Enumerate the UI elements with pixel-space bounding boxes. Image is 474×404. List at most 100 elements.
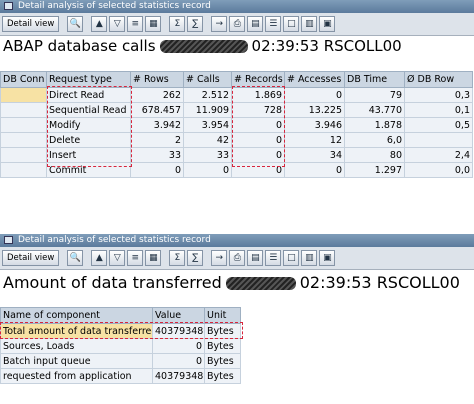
table-cell[interactable]: 80 <box>344 147 405 163</box>
table-cell[interactable]: 0 <box>231 132 285 148</box>
table-cell[interactable] <box>0 87 47 103</box>
table-cell[interactable]: 13.225 <box>284 102 345 118</box>
details-icon[interactable]: ▣ <box>319 16 336 32</box>
table-cell[interactable]: Sequential Read <box>46 102 131 118</box>
spreadsheet-icon[interactable]: ▤ <box>247 250 264 266</box>
table-cell[interactable] <box>0 132 47 148</box>
table-cell[interactable]: 0 <box>152 353 205 369</box>
table-cell[interactable]: 0,5 <box>404 117 473 133</box>
table-cell[interactable]: 33 <box>183 147 232 163</box>
find-icon[interactable]: 🔍 <box>67 16 84 32</box>
graphic-icon[interactable]: ▥ <box>301 250 318 266</box>
table-cell[interactable] <box>0 162 47 178</box>
table-row[interactable]: Commit 0 0 0 0 1.297 0,0 <box>0 162 473 178</box>
column-header[interactable]: # Rows <box>130 71 184 88</box>
export-icon[interactable]: → <box>211 250 228 266</box>
table-cell[interactable]: 42 <box>183 132 232 148</box>
sum-icon[interactable]: Σ <box>169 250 186 266</box>
table-row[interactable]: Direct Read 262 2.512 1.869 0 79 0,3 <box>0 87 473 103</box>
table-cell[interactable]: Total amount of data transferred <box>0 323 153 339</box>
table-row[interactable]: Sequential Read 678.457 11.909 728 13.22… <box>0 102 473 118</box>
column-header[interactable]: Value <box>152 307 205 324</box>
table-cell[interactable]: 0 <box>130 162 184 178</box>
local-file-icon[interactable]: □ <box>283 250 300 266</box>
table-cell[interactable]: Sources, Loads <box>0 338 153 354</box>
table-cell[interactable]: 0 <box>183 162 232 178</box>
print-icon[interactable]: ⎙ <box>229 16 246 32</box>
export-icon[interactable]: → <box>211 16 228 32</box>
table-row[interactable]: Delete 2 42 0 12 6,0 <box>0 132 473 148</box>
table-cell[interactable]: 43.770 <box>344 102 405 118</box>
find-icon[interactable]: 🔍 <box>67 250 84 266</box>
column-header[interactable]: DB Conn <box>0 71 47 88</box>
sort-ascending-icon[interactable]: ▲ <box>91 16 108 32</box>
table-cell[interactable]: 33 <box>130 147 184 163</box>
subtotal-icon[interactable]: ∑ <box>187 250 204 266</box>
spreadsheet-icon[interactable]: ▤ <box>247 16 264 32</box>
table-cell[interactable]: 34 <box>284 147 345 163</box>
table-cell[interactable]: 12 <box>284 132 345 148</box>
find-next-icon[interactable]: ≡ <box>127 250 144 266</box>
top-detail-view-button[interactable]: Detail view <box>2 16 60 32</box>
table-cell[interactable]: Bytes <box>204 368 241 384</box>
column-header[interactable]: # Calls <box>183 71 232 88</box>
table-cell[interactable]: 0 <box>284 87 345 103</box>
table-cell[interactable]: requested from application <box>0 368 153 384</box>
table-cell[interactable]: Modify <box>46 117 131 133</box>
table-cell[interactable]: 0 <box>231 117 285 133</box>
table-cell[interactable]: 0 <box>231 147 285 163</box>
table-row[interactable]: Sources, Loads 0 Bytes <box>0 338 241 354</box>
table-cell[interactable]: Bytes <box>204 353 241 369</box>
table-cell[interactable]: 11.909 <box>183 102 232 118</box>
table-cell[interactable]: 3.942 <box>130 117 184 133</box>
layout-icon[interactable]: ▦ <box>145 16 162 32</box>
table-cell[interactable]: 79 <box>344 87 405 103</box>
table-cell[interactable]: Delete <box>46 132 131 148</box>
table-cell[interactable]: 2,4 <box>404 147 473 163</box>
table-cell[interactable]: 3.946 <box>284 117 345 133</box>
table-cell[interactable] <box>404 132 473 148</box>
table-row[interactable]: Total amount of data transferred 4037934… <box>0 323 241 339</box>
find-next-icon[interactable]: ≡ <box>127 16 144 32</box>
table-cell[interactable]: 0 <box>231 162 285 178</box>
word-processor-icon[interactable]: ☰ <box>265 250 282 266</box>
table-cell[interactable]: 0,0 <box>404 162 473 178</box>
table-cell[interactable]: 678.457 <box>130 102 184 118</box>
table-cell[interactable]: Batch input queue <box>0 353 153 369</box>
table-cell[interactable]: 2.512 <box>183 87 232 103</box>
sum-icon[interactable]: Σ <box>169 16 186 32</box>
filter-icon[interactable]: ▽ <box>109 250 126 266</box>
local-file-icon[interactable]: □ <box>283 16 300 32</box>
table-cell[interactable]: Commit <box>46 162 131 178</box>
table-cell[interactable]: 40379348 <box>152 368 205 384</box>
details-icon[interactable]: ▣ <box>319 250 336 266</box>
table-cell[interactable]: 0,3 <box>404 87 473 103</box>
table-cell[interactable]: 3.954 <box>183 117 232 133</box>
table-cell[interactable]: 1.878 <box>344 117 405 133</box>
table-cell[interactable]: 0 <box>152 338 205 354</box>
column-header[interactable]: Unit <box>204 307 241 324</box>
graphic-icon[interactable]: ▥ <box>301 16 318 32</box>
print-icon[interactable]: ⎙ <box>229 250 246 266</box>
word-processor-icon[interactable]: ☰ <box>265 16 282 32</box>
column-header[interactable]: DB Time <box>344 71 405 88</box>
column-header[interactable]: Name of component <box>0 307 153 324</box>
table-cell[interactable]: 40379348 <box>152 323 205 339</box>
table-cell[interactable]: 728 <box>231 102 285 118</box>
table-row[interactable]: Insert 33 33 0 34 80 2,4 <box>0 147 473 163</box>
table-cell[interactable]: Bytes <box>204 338 241 354</box>
layout-icon[interactable]: ▦ <box>145 250 162 266</box>
table-cell[interactable] <box>0 102 47 118</box>
sort-ascending-icon[interactable]: ▲ <box>91 250 108 266</box>
table-cell[interactable]: 2 <box>130 132 184 148</box>
column-header[interactable]: Request type <box>46 71 131 88</box>
table-cell[interactable]: 0,1 <box>404 102 473 118</box>
table-cell[interactable] <box>0 147 47 163</box>
table-cell[interactable]: Insert <box>46 147 131 163</box>
table-row[interactable]: requested from application 40379348 Byte… <box>0 368 241 384</box>
table-cell[interactable] <box>0 117 47 133</box>
table-cell[interactable]: 262 <box>130 87 184 103</box>
subtotal-icon[interactable]: ∑ <box>187 16 204 32</box>
table-cell[interactable]: 1.869 <box>231 87 285 103</box>
filter-icon[interactable]: ▽ <box>109 16 126 32</box>
